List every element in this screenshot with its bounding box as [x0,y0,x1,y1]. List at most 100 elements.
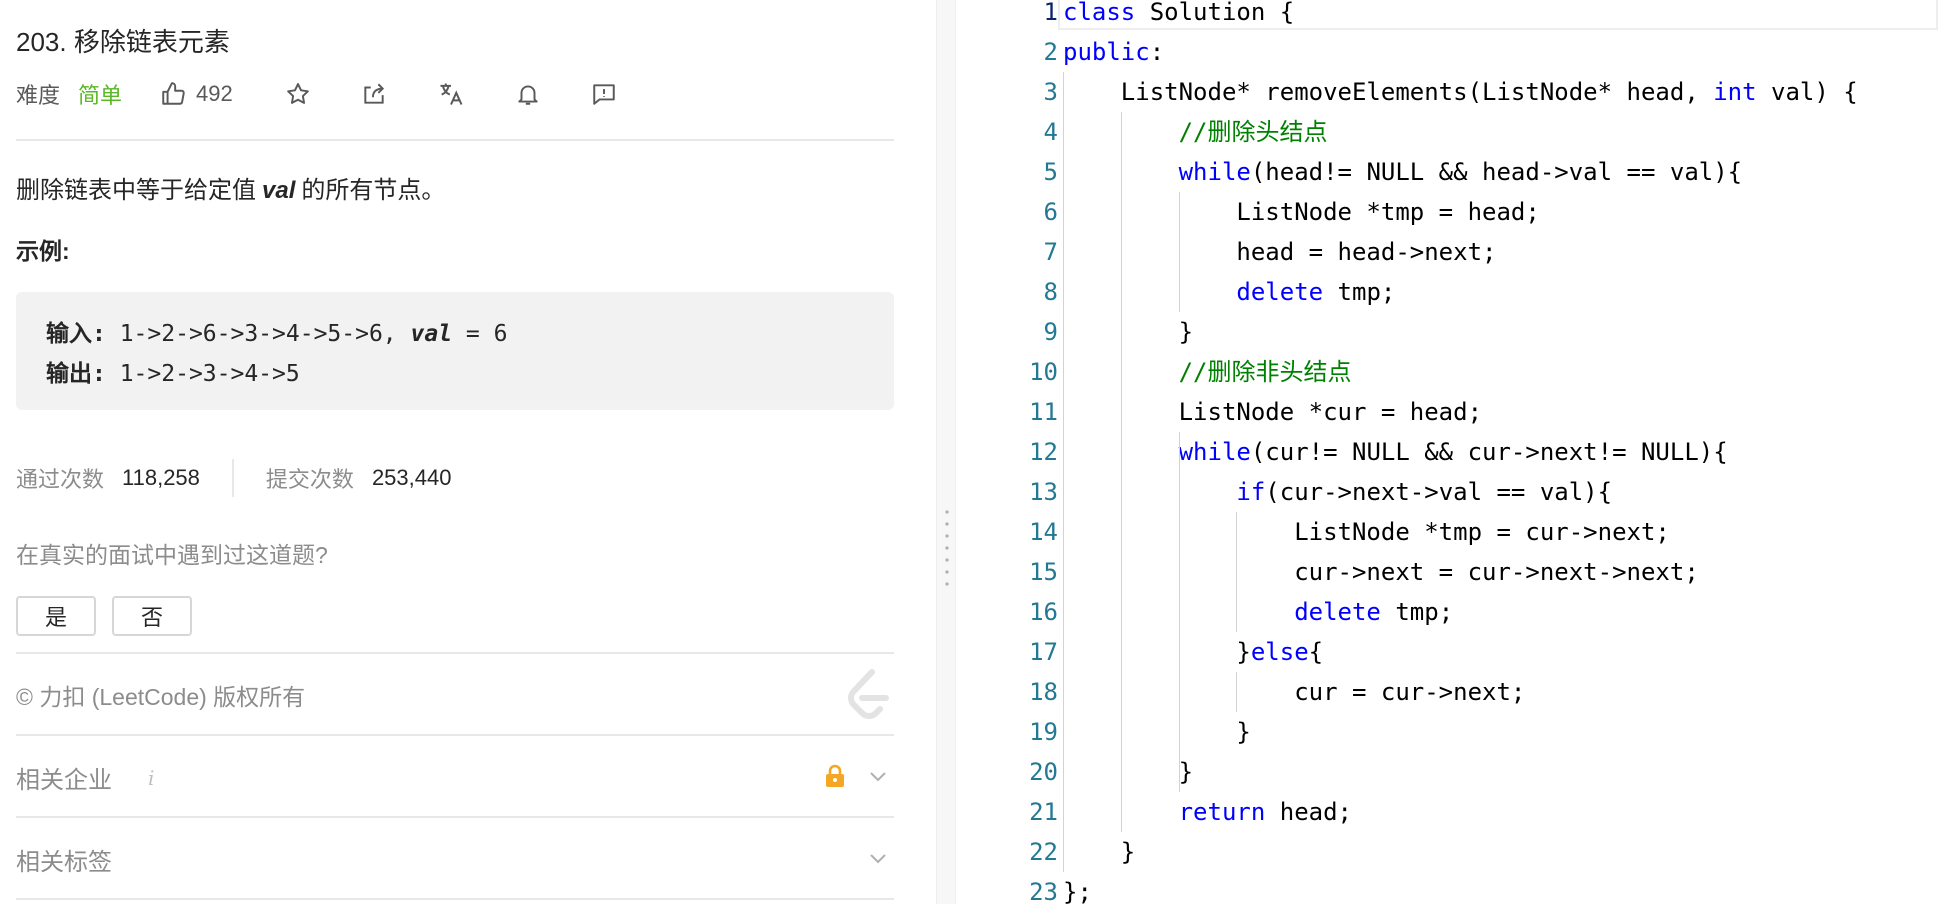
like-button[interactable]: 492 [160,81,233,107]
line-number: 22 [1029,838,1058,866]
copyright-text: © 力扣 (LeetCode) 版权所有 [16,684,306,710]
info-icon[interactable]: i [148,766,154,790]
code-token: cur = cur->next; [1063,678,1526,706]
code-line[interactable]: ListNode *tmp = head; [1063,192,1540,232]
favorite-button[interactable] [285,80,311,108]
code-keyword: public [1063,38,1150,66]
action-icons [285,80,617,108]
example-output-value: 1->2->3->4->5 [105,361,300,387]
related-tags-label[interactable]: 相关标签 [16,842,112,877]
share-icon [364,83,384,104]
submission-stats: 通过次数 118,258 提交次数 253,440 [16,458,451,498]
related-companies-label[interactable]: 相关企业 [16,760,112,795]
bell-icon [518,85,538,105]
code-token: tmp; [1323,278,1396,306]
chevron-down-icon[interactable] [866,846,890,870]
code-token: head = head->next; [1063,238,1497,266]
line-number: 17 [1029,638,1058,666]
feedback-button[interactable] [591,80,617,108]
code-line[interactable]: if(cur->next->val == val){ [1063,472,1612,512]
example-block: 输入: 1->2->6->3->4->5->6, val = 6 输出: 1->… [16,292,894,410]
line-number: 23 [1029,878,1058,904]
like-count: 492 [196,81,233,106]
code-token: { [1308,638,1324,666]
code-line[interactable]: return head; [1063,792,1352,832]
drag-handle-dots [945,506,949,590]
code-line[interactable]: //删除头结点 [1063,112,1328,152]
divider [16,816,894,818]
code-line[interactable]: } [1063,712,1250,752]
line-number: 10 [1029,358,1058,386]
code-line[interactable]: ListNode* removeElements(ListNode* head,… [1063,72,1858,112]
code-line[interactable]: } [1063,832,1135,872]
line-number: 12 [1029,438,1058,466]
code-line[interactable]: while(head!= NULL && head->val == val){ [1063,152,1743,192]
submitted-count: 253,440 [371,465,452,490]
pane-resize-handle[interactable] [936,0,956,904]
share-button[interactable] [361,80,387,108]
code-line[interactable]: class Solution { [1063,0,1294,32]
code-token: ListNode *cur = head; [1063,398,1483,426]
no-button[interactable]: 否 [112,596,192,636]
description-text-tail: 的所有节点。 [301,177,446,204]
code-token: val) { [1756,78,1858,106]
code-token: } [1063,318,1194,346]
problem-pane: 203. 移除链表元素 难度 简单 492 删除链表中等于给定值 val 的所有… [0,0,936,904]
yes-button[interactable]: 是 [16,596,96,636]
example-input-line: 输入: 1->2->6->3->4->5->6, val = 6 [46,314,864,354]
translate-icon [440,83,463,105]
line-number: 8 [1043,278,1058,306]
line-number: 5 [1043,158,1058,186]
line-number: 6 [1043,198,1058,226]
code-editor[interactable]: 1 2 3 4 5 6 7 8 9 10 11 12 13 14 15 16 17 18 19 20 21 22 23 cl… [956,0,1938,904]
line-number: 11 [1029,398,1058,426]
code-line[interactable]: cur->next = cur->next->next; [1063,552,1699,592]
line-number: 14 [1029,518,1058,546]
chevron-down-icon[interactable] [866,764,890,788]
code-line[interactable]: ListNode *cur = head; [1063,392,1482,432]
code-keyword: int [1713,78,1757,106]
code-line[interactable]: ListNode *tmp = cur->next; [1063,512,1670,552]
interview-question: 在真实的面试中遇到过这道题? [16,542,328,568]
indent-guide [1178,432,1180,792]
code-keyword: return [1178,798,1266,826]
code-token: } [1063,638,1251,666]
code-comment: //删除头结点 [1178,118,1328,146]
code-line[interactable]: cur = cur->next; [1063,672,1525,712]
difficulty-label: 难度 [16,83,61,108]
code-line[interactable]: public: [1063,32,1164,72]
code-keyword: delete [1236,278,1324,306]
description-text: 删除链表中等于给定值 [16,177,256,204]
code-line[interactable]: }else{ [1063,632,1323,672]
divider [16,898,894,900]
divider [16,734,894,736]
code-line[interactable]: head = head->next; [1063,232,1496,272]
translate-button[interactable] [437,80,465,108]
code-keyword: class [1063,0,1136,26]
code-token: ListNode *tmp = cur->next; [1063,518,1670,546]
accepted-label: 通过次数 [16,467,105,492]
code-line[interactable]: while(cur!= NULL && cur->next!= NULL){ [1063,432,1728,472]
code-token: }; [1063,878,1092,904]
example-output-label: 输出: [46,361,106,387]
line-number: 18 [1029,678,1058,706]
indent-guide [1236,512,1238,632]
code-line[interactable]: } [1063,312,1193,352]
divider [16,139,894,141]
leetcode-logo-icon [848,669,889,719]
code-token: : [1149,38,1165,66]
code-line[interactable]: //删除非头结点 [1063,352,1352,392]
code-line[interactable]: delete tmp; [1063,272,1395,312]
code-line[interactable]: } [1063,752,1193,792]
difficulty-badge: 简单 [78,83,123,108]
divider [16,652,894,654]
problem-description: 删除链表中等于给定值 val 的所有节点。 [16,170,445,205]
code-keyword: while [1178,158,1251,186]
subscribe-button[interactable] [515,80,541,108]
code-line[interactable]: }; [1063,872,1092,904]
code-token: cur->next = cur->next->next; [1063,558,1699,586]
code-token: ListNode *tmp = head; [1063,198,1540,226]
line-number: 19 [1029,718,1058,746]
